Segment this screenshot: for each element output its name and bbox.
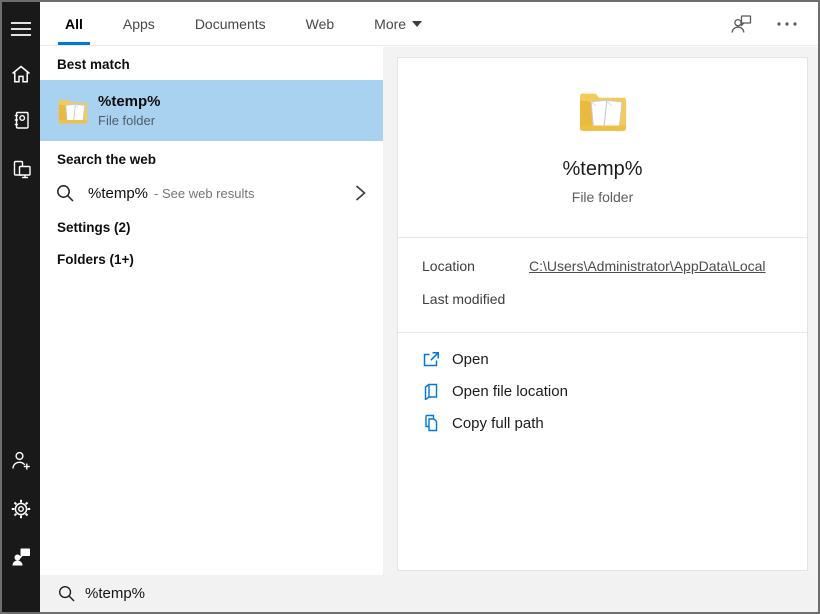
action-open-file-location[interactable]: Open file location (422, 378, 568, 404)
open-file-location-icon (422, 382, 440, 400)
tabs: All Apps Documents Web More (58, 2, 429, 45)
detail-label: Last modified (422, 291, 529, 307)
copy-icon (422, 414, 440, 432)
search-bar (40, 575, 818, 612)
group-settings[interactable]: Settings (2) (57, 220, 131, 235)
tab-label: Documents (195, 16, 266, 32)
action-label: Copy full path (452, 415, 544, 432)
best-match-title: %temp% (98, 93, 161, 110)
menu-button[interactable] (2, 10, 40, 48)
feedback-button[interactable] (2, 537, 40, 575)
action-label: Open (452, 351, 489, 368)
journal-button[interactable] (2, 101, 40, 139)
divider (398, 332, 807, 333)
home-icon (11, 64, 31, 83)
best-match-header: Best match (57, 57, 130, 72)
left-rail (2, 2, 40, 612)
web-search-hint: - See web results (154, 186, 254, 201)
location-link[interactable]: C:\Users\Administrator\AppData\Local (529, 258, 766, 274)
best-match-result[interactable]: %temp% File folder (40, 80, 383, 141)
notebook-icon (11, 110, 31, 130)
tab-more[interactable]: More (367, 2, 429, 45)
tab-documents[interactable]: Documents (188, 2, 273, 45)
open-icon (422, 350, 440, 368)
web-search-result[interactable]: %temp% - See web results (40, 171, 383, 215)
folder-icon-large (577, 84, 629, 138)
preview-card: %temp% File folder Location C:\Users\Adm… (397, 57, 808, 571)
detail-last-modified: Last modified (422, 291, 529, 307)
add-account-icon (11, 450, 31, 471)
detail-location: Location C:\Users\Administrator\AppData\… (422, 258, 766, 274)
detail-label: Location (422, 258, 529, 274)
tab-label: Web (306, 16, 335, 32)
search-icon (56, 184, 74, 202)
search-tabs-bar: All Apps Documents Web More (40, 2, 818, 46)
tab-label: More (374, 16, 406, 32)
search-input[interactable] (85, 585, 585, 602)
chevron-down-icon (412, 21, 422, 27)
action-copy-full-path[interactable]: Copy full path (422, 410, 544, 436)
tab-web[interactable]: Web (299, 2, 342, 45)
action-open[interactable]: Open (422, 346, 489, 372)
home-button[interactable] (2, 54, 40, 92)
settings-button[interactable] (2, 490, 40, 528)
tab-label: All (65, 16, 83, 32)
group-folders[interactable]: Folders (1+) (57, 252, 134, 267)
preview-subtitle: File folder (398, 189, 807, 205)
preview-title: %temp% (398, 158, 807, 181)
send-feedback-button[interactable] (729, 12, 754, 36)
search-web-header: Search the web (57, 152, 156, 167)
gear-icon (11, 499, 31, 519)
account-button[interactable] (2, 441, 40, 479)
folder-icon (57, 96, 89, 126)
search-icon (58, 585, 75, 602)
windows-search-window: All Apps Documents Web More (0, 0, 820, 614)
preview-area: %temp% File folder Location C:\Users\Adm… (383, 47, 818, 575)
tab-all[interactable]: All (58, 2, 90, 45)
hamburger-icon (11, 21, 31, 37)
tab-apps[interactable]: Apps (116, 2, 162, 45)
web-search-query: %temp% (88, 185, 148, 202)
topbar-actions (729, 2, 800, 45)
devices-icon (11, 159, 32, 179)
chevron-right-icon[interactable] (355, 184, 366, 202)
action-label: Open file location (452, 383, 568, 400)
divider (398, 237, 807, 238)
ellipsis-icon (776, 21, 798, 27)
devices-button[interactable] (2, 150, 40, 188)
results-panel: Best match %temp% File folder Search the… (40, 47, 383, 575)
tab-label: Apps (123, 16, 155, 32)
feedback-outline-icon (731, 14, 752, 34)
feedback-icon (11, 547, 31, 566)
more-options-button[interactable] (774, 19, 800, 29)
best-match-subtitle: File folder (98, 113, 161, 128)
